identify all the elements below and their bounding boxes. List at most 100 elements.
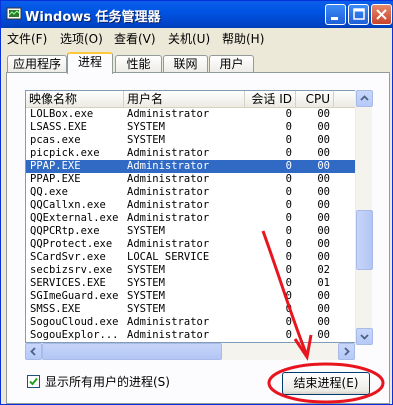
process-name: SCardSvr.exe bbox=[30, 251, 106, 263]
maximize-icon bbox=[353, 8, 365, 20]
process-row[interactable]: SMSS.EXE SYSTEM 0 00 bbox=[26, 303, 367, 316]
process-session: 0 bbox=[285, 251, 292, 263]
column-session-id[interactable]: 会话 ID bbox=[245, 91, 296, 108]
process-user: Administrator bbox=[127, 173, 210, 185]
process-row-selected[interactable]: PPAP.EXE Administrator 0 00 bbox=[26, 160, 367, 173]
process-cpu: 00 bbox=[317, 147, 330, 159]
process-cpu: 00 bbox=[317, 121, 330, 133]
process-row[interactable]: SERVICES.EXESYSTEM0012 bbox=[26, 277, 367, 290]
column-image-name[interactable]: 映像名称 bbox=[26, 91, 124, 108]
process-session: 0 bbox=[285, 290, 292, 302]
column-cpu[interactable]: CPU bbox=[296, 91, 334, 108]
process-row[interactable]: QQPCRtp.exeSYSTEM00017 bbox=[26, 225, 367, 238]
process-name: pcas.exe bbox=[30, 134, 81, 146]
process-name: LOLBox.exe bbox=[30, 108, 94, 120]
process-row[interactable]: LSASS.EXESYSTEM0001 bbox=[26, 121, 367, 134]
task-manager-icon bbox=[6, 7, 22, 20]
tab-performance[interactable]: 性能 bbox=[115, 55, 162, 73]
process-session: 0 bbox=[285, 199, 292, 211]
process-session: 0 bbox=[285, 277, 292, 289]
tab-networking[interactable]: 联网 bbox=[163, 55, 208, 73]
process-row[interactable]: SogouCloud.exeAdministrator0005 bbox=[26, 316, 367, 329]
task-manager-window: Windows 任务管理器 文件(F) 选项(O) 查看(V) 关机(U) 帮助… bbox=[0, 0, 393, 405]
horizontal-scroll-thumb[interactable] bbox=[42, 343, 222, 360]
process-session: 0 bbox=[285, 316, 292, 328]
process-session: 0 bbox=[285, 147, 292, 159]
process-row[interactable]: LOLBox.exeAdministrator00028 bbox=[26, 108, 367, 121]
process-cpu: 00 bbox=[317, 303, 330, 315]
process-list-header: 映像名称 用户名 会话 ID CPU 内 bbox=[26, 91, 367, 108]
process-name: LSASS.EXE bbox=[30, 121, 87, 133]
process-cpu: 00 bbox=[317, 212, 330, 224]
menu-view[interactable]: 查看(V) bbox=[114, 30, 156, 47]
process-row[interactable]: SGImeGuard.exe SYSTEM 0 00 bbox=[26, 290, 367, 303]
minimize-icon bbox=[331, 17, 338, 20]
process-user: Administrator bbox=[127, 160, 210, 172]
column-user-name[interactable]: 用户名 bbox=[124, 91, 245, 108]
process-session: 0 bbox=[285, 329, 292, 341]
chevron-right-icon bbox=[344, 347, 350, 356]
process-row[interactable]: secbizsrv.exeSYSTEM00215 bbox=[26, 264, 367, 277]
process-row[interactable]: QQExternal.exeAdministrator0001 bbox=[26, 212, 367, 225]
process-name: secbizsrv.exe bbox=[30, 264, 113, 276]
process-name: QQCallxn.exe bbox=[30, 199, 106, 211]
process-user: Administrator bbox=[127, 147, 210, 159]
process-row[interactable]: QQCallxn.exeAdministrator0005 bbox=[26, 199, 367, 212]
scroll-left-button[interactable] bbox=[25, 343, 42, 360]
process-name: PPAP.EXE bbox=[30, 160, 81, 172]
process-cpu: 00 bbox=[317, 290, 330, 302]
process-list[interactable]: 映像名称 用户名 会话 ID CPU 内 LOLBox.exe Administr… bbox=[25, 90, 368, 343]
show-all-users-option[interactable]: 显示所有用户的进程(S) bbox=[27, 373, 247, 389]
process-row[interactable]: picpick.exeAdministrator00032 bbox=[26, 147, 367, 160]
process-row[interactable]: SCardSvr.exe LOCAL SERVICE 0 00 bbox=[26, 251, 367, 264]
tab-applications[interactable]: 应用程序 bbox=[7, 55, 67, 73]
window-title: Windows 任务管理器 bbox=[25, 10, 161, 25]
process-user: Administrator bbox=[127, 329, 210, 341]
process-user: SYSTEM bbox=[127, 264, 165, 276]
process-row[interactable]: QQProtect.exeAdministrator00030 bbox=[26, 238, 367, 251]
vertical-scrollbar[interactable] bbox=[355, 90, 373, 345]
horizontal-scrollbar[interactable] bbox=[25, 343, 355, 360]
checkmark-icon bbox=[29, 377, 38, 386]
title-bar[interactable]: Windows 任务管理器 bbox=[1, 1, 393, 28]
process-row[interactable]: PPAP.EXEAdministrator00011 bbox=[26, 173, 367, 186]
vertical-scroll-thumb[interactable] bbox=[356, 210, 373, 270]
end-process-button[interactable]: 结束进程(E) bbox=[282, 372, 370, 395]
tab-users[interactable]: 用户 bbox=[209, 55, 254, 73]
process-cpu: 00 bbox=[317, 199, 330, 211]
process-user: SYSTEM bbox=[127, 303, 165, 315]
scroll-down-button[interactable] bbox=[356, 328, 373, 345]
process-name: SogouExplor... bbox=[30, 329, 119, 341]
process-user: Administrator bbox=[127, 238, 210, 250]
minimize-button[interactable] bbox=[325, 4, 346, 25]
process-cpu: 00 bbox=[317, 173, 330, 185]
chevron-left-icon bbox=[30, 347, 36, 356]
process-cpu: 00 bbox=[317, 316, 330, 328]
menu-shutdown[interactable]: 关机(U) bbox=[168, 30, 210, 47]
process-cpu: 01 bbox=[317, 277, 330, 289]
menu-options[interactable]: 选项(O) bbox=[60, 30, 103, 47]
chevron-down-icon bbox=[360, 334, 369, 340]
process-name: SERVICES.EXE bbox=[30, 277, 106, 289]
process-user: SYSTEM bbox=[127, 121, 165, 133]
process-row[interactable]: SogouExplor...Administrator00011 bbox=[26, 329, 367, 342]
scroll-up-button[interactable] bbox=[356, 90, 373, 107]
process-session: 0 bbox=[285, 238, 292, 250]
maximize-button[interactable] bbox=[348, 4, 369, 25]
process-row[interactable]: QQ.exeAdministrator00053 bbox=[26, 186, 367, 199]
process-cpu: 00 bbox=[317, 329, 330, 341]
process-cpu: 00 bbox=[317, 160, 330, 172]
process-name: picpick.exe bbox=[30, 147, 100, 159]
tab-processes[interactable]: 进程 bbox=[67, 52, 113, 74]
process-session: 0 bbox=[285, 212, 292, 224]
scroll-right-button[interactable] bbox=[338, 343, 355, 360]
process-row[interactable]: pcas.exeSYSTEM0009 bbox=[26, 134, 367, 147]
close-icon bbox=[376, 9, 387, 20]
menu-help[interactable]: 帮助(H) bbox=[222, 30, 264, 47]
process-session: 0 bbox=[285, 173, 292, 185]
show-all-users-checkbox[interactable] bbox=[27, 375, 40, 388]
process-session: 0 bbox=[285, 121, 292, 133]
menu-file[interactable]: 文件(F) bbox=[7, 30, 47, 47]
close-button[interactable] bbox=[371, 4, 392, 25]
process-user: SYSTEM bbox=[127, 134, 165, 146]
